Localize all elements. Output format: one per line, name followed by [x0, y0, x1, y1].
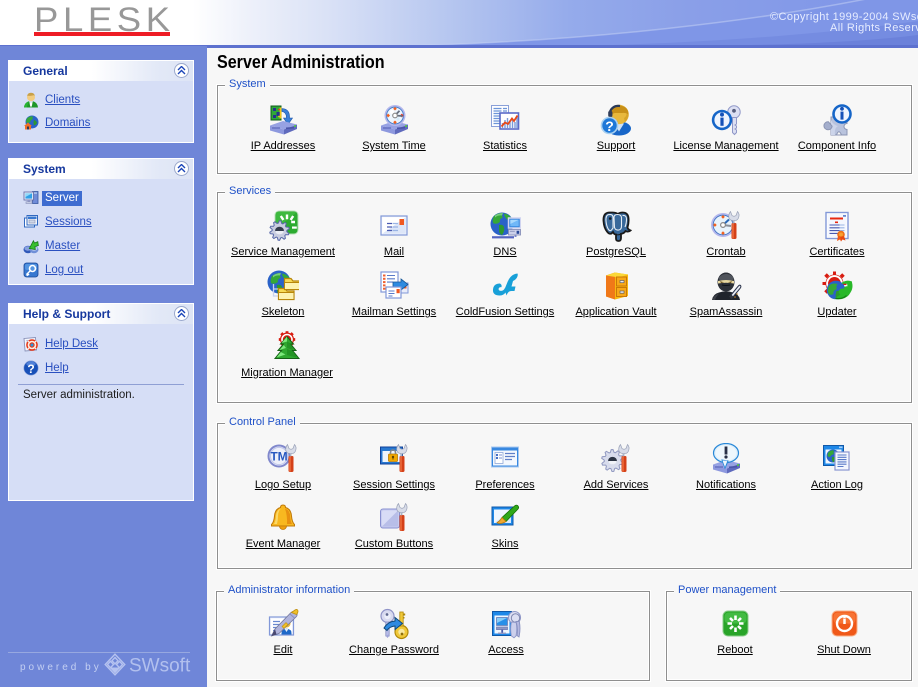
svg-text:SWsoft: SWsoft	[129, 656, 191, 677]
svg-text:?: ?	[605, 118, 614, 134]
svg-text:TM: TM	[270, 450, 287, 464]
svg-text:?: ?	[27, 362, 34, 376]
